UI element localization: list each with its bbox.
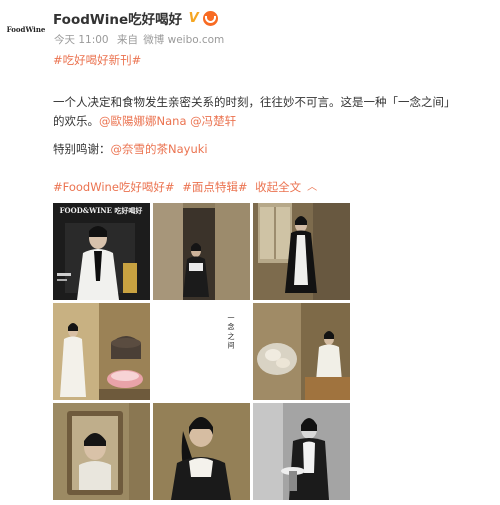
collapse-label: 收起全文	[255, 180, 302, 194]
doorway-portrait-photo[interactable]	[153, 203, 250, 300]
topic-link[interactable]: #吃好喝好新刊#	[53, 53, 141, 67]
thanks-label: 特别鸣谢：	[53, 142, 111, 156]
tag-line: #FoodWine吃好喝好# #面点特辑# 收起全文 ︿	[53, 179, 325, 195]
post-meta: 今天 11:00 来自 微博 weibo.com	[54, 32, 229, 47]
account-avatar[interactable]: FoodWine	[6, 13, 46, 45]
seated-image	[153, 403, 250, 500]
thanks-line: 特别鸣谢：@奈雪的茶Nayuki	[53, 141, 208, 157]
body-text: 的欢乐。	[53, 114, 99, 128]
title-text-image: 一 念 之 间	[153, 303, 250, 400]
account-name[interactable]: FoodWine吃好喝好	[53, 8, 182, 28]
doorway-image	[153, 203, 250, 300]
weibo-post: FoodWine FoodWine吃好喝好 V 今天 11:00 来自 微博 w…	[0, 0, 500, 505]
pastry-image	[253, 303, 350, 400]
mirror-portrait-photo[interactable]	[53, 403, 150, 500]
avatar-logo-text: FoodWine	[6, 24, 46, 34]
cake-table-photo[interactable]	[53, 303, 150, 400]
pastry-plate-photo[interactable]	[253, 303, 350, 400]
bw-image	[253, 403, 350, 500]
title-text-photo[interactable]: 一 念 之 间	[153, 303, 250, 400]
chevron-up-icon: ︿	[307, 182, 318, 193]
vertical-title-text: 一 念 之 间	[227, 314, 235, 350]
vip-icon[interactable]	[203, 10, 219, 26]
post-time[interactable]: 今天 11:00	[54, 34, 109, 46]
collapse-button[interactable]: 收起全文 ︿	[255, 180, 321, 194]
hashtag-link[interactable]: #FoodWine吃好喝好#	[53, 180, 175, 194]
body-line-1: 一个人决定和食物发生亲密关系的时刻，往往妙不可言。这是一种「一念之间」	[53, 95, 456, 109]
topic-line: #吃好喝好新刊#	[53, 52, 141, 68]
bw-portrait-photo[interactable]	[253, 403, 350, 500]
account-name-row: FoodWine吃好喝好 V	[53, 8, 219, 28]
window-standing-photo[interactable]	[253, 203, 350, 300]
cake-image	[53, 303, 150, 400]
cover-title: FOOD&WINE 吃好喝好	[60, 206, 143, 215]
mention-link[interactable]: @歐陽娜娜Nana	[99, 114, 187, 128]
mention-link[interactable]: @冯楚轩	[190, 114, 236, 128]
seated-portrait-photo[interactable]	[153, 403, 250, 500]
source-prefix: 来自	[116, 34, 138, 46]
verified-icon[interactable]: V	[186, 11, 201, 26]
hashtag-link[interactable]: #面点特辑#	[182, 180, 247, 194]
photo-grid: FOOD&WINE 吃好喝好 一 念 之 间	[53, 203, 351, 503]
magazine-cover-photo[interactable]: FOOD&WINE 吃好喝好	[53, 203, 150, 300]
post-source: 微博 weibo.com	[143, 34, 225, 46]
window-image	[253, 203, 350, 300]
magazine-cover-image: FOOD&WINE 吃好喝好	[53, 203, 150, 300]
body-line-2: 的欢乐。@歐陽娜娜Nana @冯楚轩	[53, 113, 236, 129]
thanks-mention-link[interactable]: @奈雪的茶Nayuki	[111, 142, 208, 156]
mirror-image	[53, 403, 150, 500]
